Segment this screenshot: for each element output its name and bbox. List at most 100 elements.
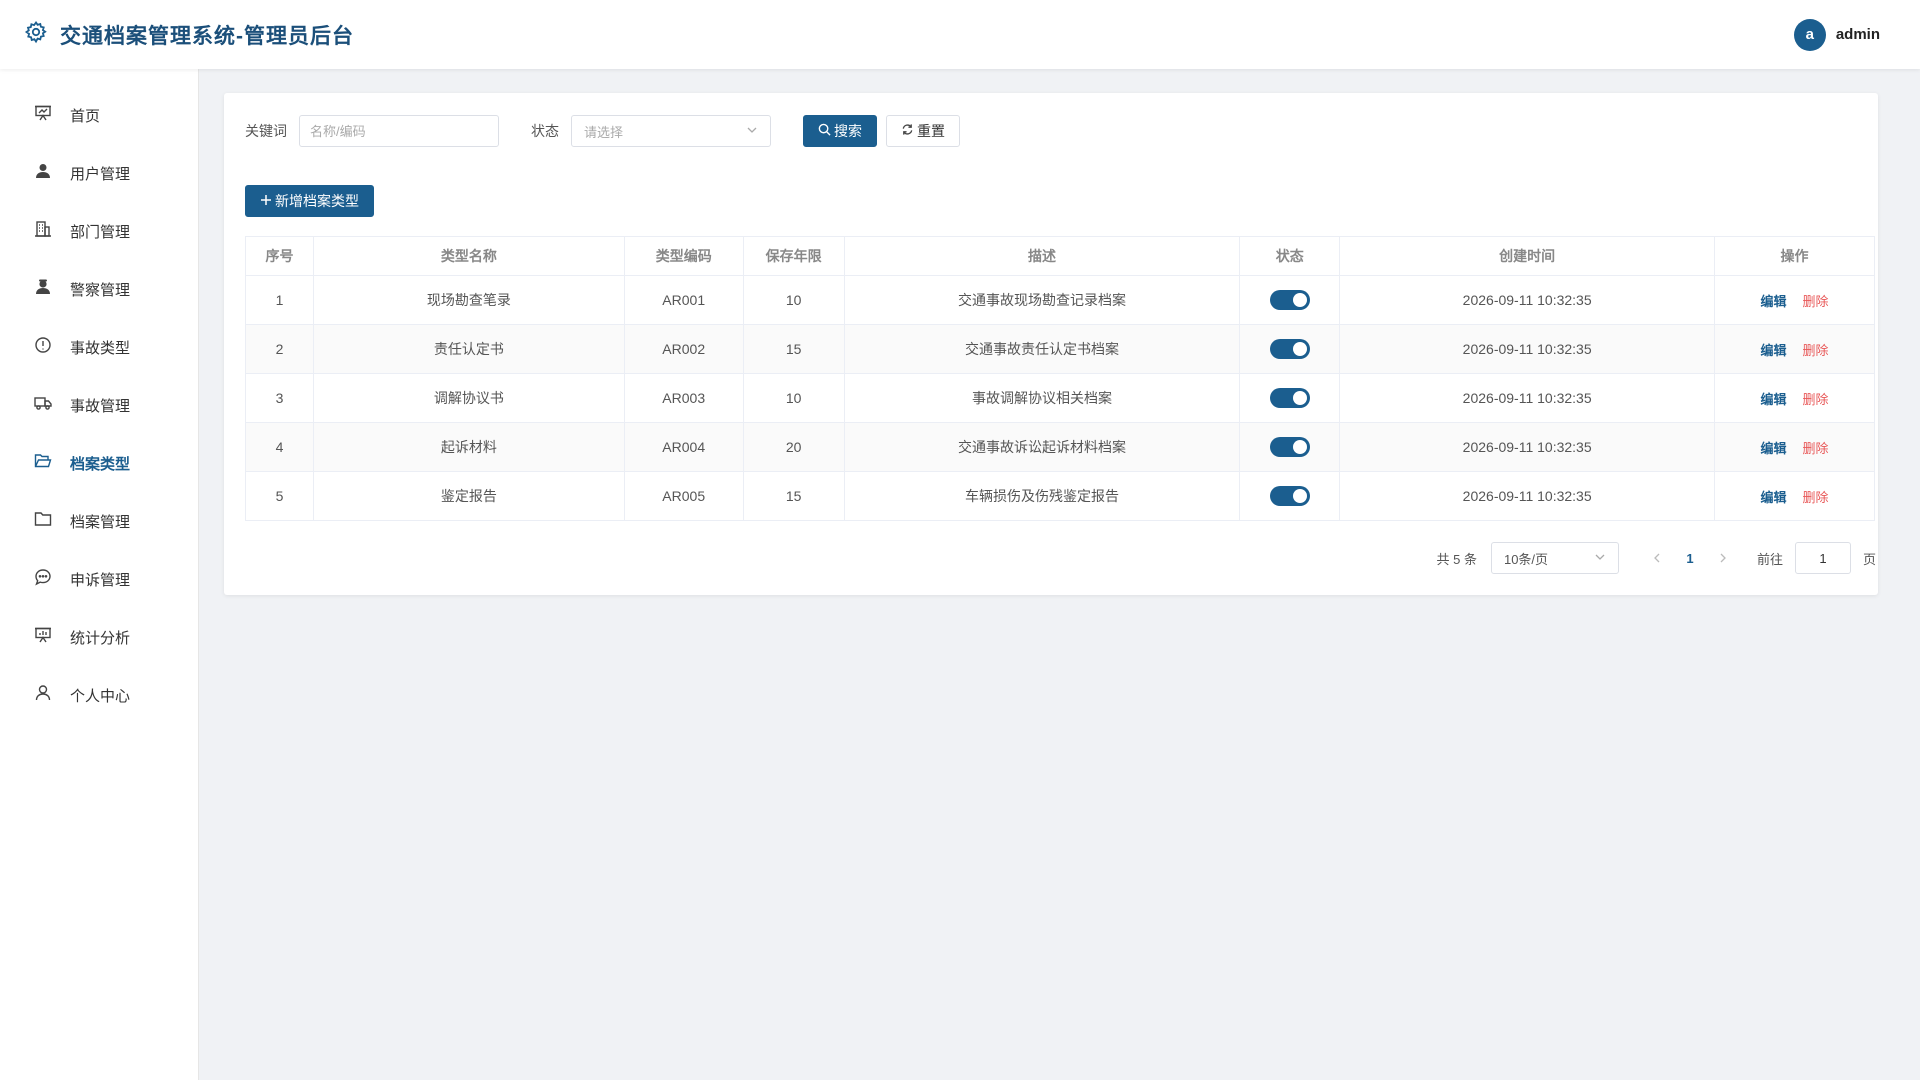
- table-row: 3 调解协议书 AR003 10 事故调解协议相关档案 2026-09-11 1…: [245, 373, 1875, 423]
- app-title: 交通档案管理系统-管理员后台: [60, 24, 354, 48]
- plus-icon: [260, 193, 272, 209]
- table-row: 2 责任认定书 AR002 15 交通事故责任认定书档案 2026-09-11 …: [245, 324, 1875, 374]
- delete-button[interactable]: 删除: [1803, 490, 1829, 505]
- chevron-down-icon: [746, 124, 758, 139]
- cell-index: 5: [245, 471, 314, 521]
- sidebar-item-departments[interactable]: 部门管理: [0, 202, 198, 260]
- cell-status: [1239, 275, 1341, 325]
- edit-button[interactable]: 编辑: [1761, 441, 1787, 456]
- delete-button[interactable]: 删除: [1803, 294, 1829, 309]
- cell-status: [1239, 471, 1341, 521]
- reset-button-label: 重置: [917, 123, 945, 139]
- cell-actions: 编辑 删除: [1714, 275, 1875, 325]
- delete-button[interactable]: 删除: [1803, 441, 1829, 456]
- gear-icon: [24, 20, 48, 49]
- column-header: 描述: [843, 236, 1241, 276]
- top-header: 交通档案管理系统-管理员后台 a admin: [0, 0, 1920, 69]
- column-header: 状态: [1239, 236, 1341, 276]
- sidebar-item-home[interactable]: 首页: [0, 86, 198, 144]
- main-panel: 关键词 状态 请选择 搜索 重置 新增档案类型: [224, 93, 1878, 595]
- archive-type-table: 序号 类型名称 类型编码 保存年限 描述 状态 创建时间 操作 1 现场勘查笔录…: [245, 236, 1875, 521]
- edit-button[interactable]: 编辑: [1761, 343, 1787, 358]
- cell-created: 2026-09-11 10:32:35: [1339, 471, 1716, 521]
- chevron-down-icon: [1594, 551, 1606, 566]
- edit-button[interactable]: 编辑: [1761, 294, 1787, 309]
- cell-code: AR003: [623, 373, 744, 423]
- sidebar-item-appeals[interactable]: 申诉管理: [0, 550, 198, 608]
- cell-name: 责任认定书: [312, 324, 625, 374]
- cell-status: [1239, 324, 1341, 374]
- sidebar-item-accident-types[interactable]: 事故类型: [0, 318, 198, 376]
- cell-years: 20: [742, 422, 845, 472]
- search-button[interactable]: 搜索: [803, 115, 877, 147]
- cell-years: 15: [742, 471, 845, 521]
- status-toggle[interactable]: [1269, 339, 1310, 359]
- sidebar-item-label: 事故类型: [70, 339, 131, 357]
- delete-button[interactable]: 删除: [1803, 392, 1829, 407]
- police-icon: [34, 278, 52, 300]
- status-toggle[interactable]: [1269, 486, 1310, 506]
- cell-index: 2: [245, 324, 314, 374]
- search-icon: [818, 123, 831, 139]
- status-toggle[interactable]: [1269, 290, 1310, 310]
- cell-name: 现场勘查笔录: [312, 275, 625, 325]
- user-menu[interactable]: a admin: [1793, 18, 1880, 51]
- pagination: 共 5 条 10条/页 1 前往 页: [1437, 542, 1876, 574]
- cell-actions: 编辑 删除: [1714, 373, 1875, 423]
- sidebar: 首页 用户管理 部门管理 警察管理 事故类型 事故管理 档案类型 档案管理 申诉…: [0, 69, 199, 1080]
- cell-description: 事故调解协议相关档案: [843, 373, 1241, 423]
- chat-icon: [34, 568, 52, 590]
- cell-created: 2026-09-11 10:32:35: [1339, 324, 1716, 374]
- column-header: 类型名称: [312, 236, 625, 276]
- delete-button[interactable]: 删除: [1803, 343, 1829, 358]
- sidebar-item-label: 个人中心: [70, 687, 131, 705]
- add-archive-type-button[interactable]: 新增档案类型: [245, 185, 374, 217]
- cell-years: 15: [742, 324, 845, 374]
- avatar[interactable]: a: [1793, 18, 1826, 51]
- presentation-icon: [34, 104, 52, 126]
- edit-button[interactable]: 编辑: [1761, 392, 1787, 407]
- sidebar-item-label: 申诉管理: [70, 571, 131, 589]
- sidebar-item-accidents[interactable]: 事故管理: [0, 376, 198, 434]
- table-header-row: 序号 类型名称 类型编码 保存年限 描述 状态 创建时间 操作: [245, 236, 1875, 276]
- reset-button[interactable]: 重置: [886, 115, 960, 147]
- sidebar-item-users[interactable]: 用户管理: [0, 144, 198, 202]
- sidebar-item-archives[interactable]: 档案管理: [0, 492, 198, 550]
- folder-open-icon: [34, 452, 52, 474]
- sidebar-item-police[interactable]: 警察管理: [0, 260, 198, 318]
- cell-actions: 编辑 删除: [1714, 471, 1875, 521]
- sidebar-item-archive-types[interactable]: 档案类型: [0, 434, 198, 492]
- sidebar-item-profile[interactable]: 个人中心: [0, 666, 198, 724]
- status-select[interactable]: 请选择: [571, 115, 771, 147]
- warning-circle-icon: [34, 336, 52, 358]
- goto-page-input[interactable]: [1794, 542, 1851, 574]
- cell-index: 3: [245, 373, 314, 423]
- column-header: 操作: [1714, 236, 1875, 276]
- cell-name: 调解协议书: [312, 373, 625, 423]
- column-header: 保存年限: [742, 236, 845, 276]
- page-number[interactable]: 1: [1673, 551, 1707, 566]
- cell-code: AR004: [623, 422, 744, 472]
- cell-created: 2026-09-11 10:32:35: [1339, 373, 1716, 423]
- sidebar-item-statistics[interactable]: 统计分析: [0, 608, 198, 666]
- column-header: 类型编码: [623, 236, 744, 276]
- cell-years: 10: [742, 373, 845, 423]
- column-header: 创建时间: [1339, 236, 1716, 276]
- user-icon: [34, 162, 52, 184]
- page-size-value: 10条/页: [1503, 551, 1549, 567]
- cell-status: [1239, 422, 1341, 472]
- status-toggle[interactable]: [1269, 388, 1310, 408]
- truck-icon: [34, 394, 52, 416]
- next-page-button[interactable]: [1707, 550, 1739, 566]
- building-icon: [34, 220, 52, 242]
- keyword-input[interactable]: [299, 115, 499, 147]
- sidebar-item-label: 警察管理: [70, 281, 131, 299]
- status-label: 状态: [531, 123, 559, 139]
- filter-bar: 关键词 状态 请选择 搜索 重置: [245, 115, 960, 147]
- status-toggle[interactable]: [1269, 437, 1310, 457]
- prev-page-button[interactable]: [1641, 550, 1673, 566]
- edit-button[interactable]: 编辑: [1761, 490, 1787, 505]
- page-size-select[interactable]: 10条/页: [1490, 542, 1619, 574]
- chart-board-icon: [34, 626, 52, 648]
- user-name[interactable]: admin: [1836, 26, 1880, 43]
